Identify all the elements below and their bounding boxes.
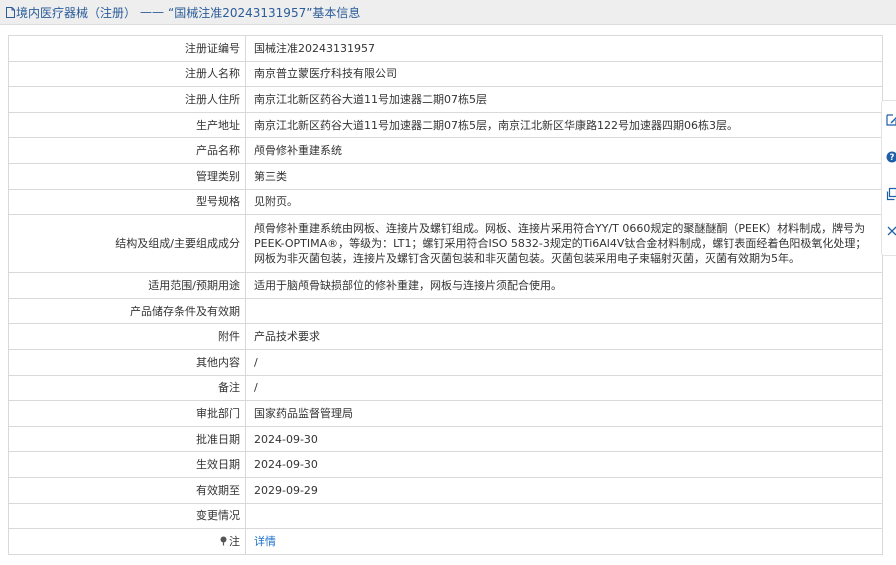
- row-value: /: [245, 348, 883, 376]
- row-value: [245, 502, 883, 530]
- row-value: [245, 297, 883, 325]
- table-row: 变更情况: [8, 502, 883, 530]
- copy-icon[interactable]: [886, 187, 896, 201]
- row-value: 见附页。: [245, 188, 883, 216]
- page-title-bar: 境内医疗器械（注册） —— “国械注准20243131957”基本信息: [0, 0, 896, 25]
- table-row: 型号规格 见附页。: [8, 188, 883, 216]
- table-row: 注册人住所 南京江北新区药谷大道11号加速器二期07栋5层: [8, 86, 883, 113]
- row-label: 注册人住所: [8, 86, 246, 113]
- note-label: 注: [8, 528, 246, 555]
- table-row: 生效日期 2024-09-30: [8, 451, 883, 478]
- row-label: 批准日期: [8, 425, 246, 453]
- row-label: 结构及组成/主要组成成分: [8, 214, 246, 274]
- pin-icon: [220, 536, 227, 546]
- table-row: 附件 产品技术要求: [8, 323, 883, 350]
- row-value: 产品技术要求: [245, 323, 883, 350]
- row-label: 生效日期: [8, 451, 246, 478]
- table-row: 管理类别 第三类: [8, 162, 883, 190]
- details-link[interactable]: 详情: [254, 535, 276, 548]
- row-value: 2024-09-30: [245, 451, 883, 478]
- help-icon[interactable]: ?: [886, 150, 896, 164]
- row-label: 适用范围/预期用途: [8, 272, 246, 299]
- row-value: 南京江北新区药谷大道11号加速器二期07栋5层，南京江北新区华康路122号加速器…: [245, 111, 883, 139]
- table-row: 产品名称 颅骨修补重建系统: [8, 137, 883, 164]
- table-row: 注册证编号 国械注准20243131957: [8, 35, 883, 62]
- row-label: 有效期至: [8, 476, 246, 504]
- table-row: 有效期至 2029-09-29: [8, 476, 883, 504]
- row-value: 南京普立蒙医疗科技有限公司: [245, 60, 883, 88]
- table-row: 注册人名称 南京普立蒙医疗科技有限公司: [8, 60, 883, 88]
- table-row: 结构及组成/主要组成成分 颅骨修补重建系统由网板、连接片及螺钉组成。网板、连接片…: [8, 214, 883, 274]
- close-icon[interactable]: [886, 224, 896, 238]
- table-row: 产品储存条件及有效期: [8, 297, 883, 325]
- table-row: 生产地址 南京江北新区药谷大道11号加速器二期07栋5层，南京江北新区华康路12…: [8, 111, 883, 139]
- table-row: 备注 /: [8, 374, 883, 402]
- record-title: “国械注准20243131957”基本信息: [168, 5, 361, 20]
- side-toolbar: ?: [881, 100, 896, 256]
- registration-detail-table: 注册证编号 国械注准20243131957 注册人名称 南京普立蒙医疗科技有限公…: [8, 35, 883, 555]
- row-value: 国家药品监督管理局: [245, 400, 883, 427]
- row-label: 变更情况: [8, 502, 246, 530]
- row-label: 管理类别: [8, 162, 246, 190]
- row-label: 型号规格: [8, 188, 246, 216]
- table-row: 其他内容 /: [8, 348, 883, 376]
- row-label: 附件: [8, 323, 246, 350]
- svg-text:?: ?: [890, 153, 895, 163]
- table-row: 审批部门 国家药品监督管理局: [8, 400, 883, 427]
- row-label: 产品名称: [8, 137, 246, 164]
- row-value: 国械注准20243131957: [245, 35, 883, 62]
- row-value: 南京江北新区药谷大道11号加速器二期07栋5层: [245, 86, 883, 113]
- note-label-text: 注: [229, 534, 240, 548]
- row-value: 适用于脑颅骨缺损部位的修补重建，网板与连接片须配合使用。: [245, 272, 883, 299]
- table-row: 批准日期 2024-09-30: [8, 425, 883, 453]
- row-value: 颅骨修补重建系统: [245, 137, 883, 164]
- table-row-note: 注 详情: [8, 528, 883, 555]
- row-label: 注册证编号: [8, 35, 246, 62]
- row-value: 2029-09-29: [245, 476, 883, 504]
- row-value: 2024-09-30: [245, 425, 883, 453]
- row-label: 备注: [8, 374, 246, 402]
- row-value: 颅骨修补重建系统由网板、连接片及螺钉组成。网板、连接片采用符合YY/T 0660…: [245, 214, 883, 274]
- edit-icon[interactable]: [886, 113, 896, 127]
- row-label: 产品储存条件及有效期: [8, 297, 246, 325]
- note-value: 详情: [245, 528, 883, 555]
- table-row: 适用范围/预期用途 适用于脑颅骨缺损部位的修补重建，网板与连接片须配合使用。: [8, 272, 883, 299]
- row-value: /: [245, 374, 883, 402]
- row-label: 注册人名称: [8, 60, 246, 88]
- row-label: 审批部门: [8, 400, 246, 427]
- section-title: 境内医疗器械（注册）: [16, 5, 137, 20]
- row-label: 生产地址: [8, 111, 246, 139]
- row-value: 第三类: [245, 162, 883, 190]
- document-icon: [6, 6, 15, 18]
- row-label: 其他内容: [8, 348, 246, 376]
- title-separator: ——: [140, 5, 165, 19]
